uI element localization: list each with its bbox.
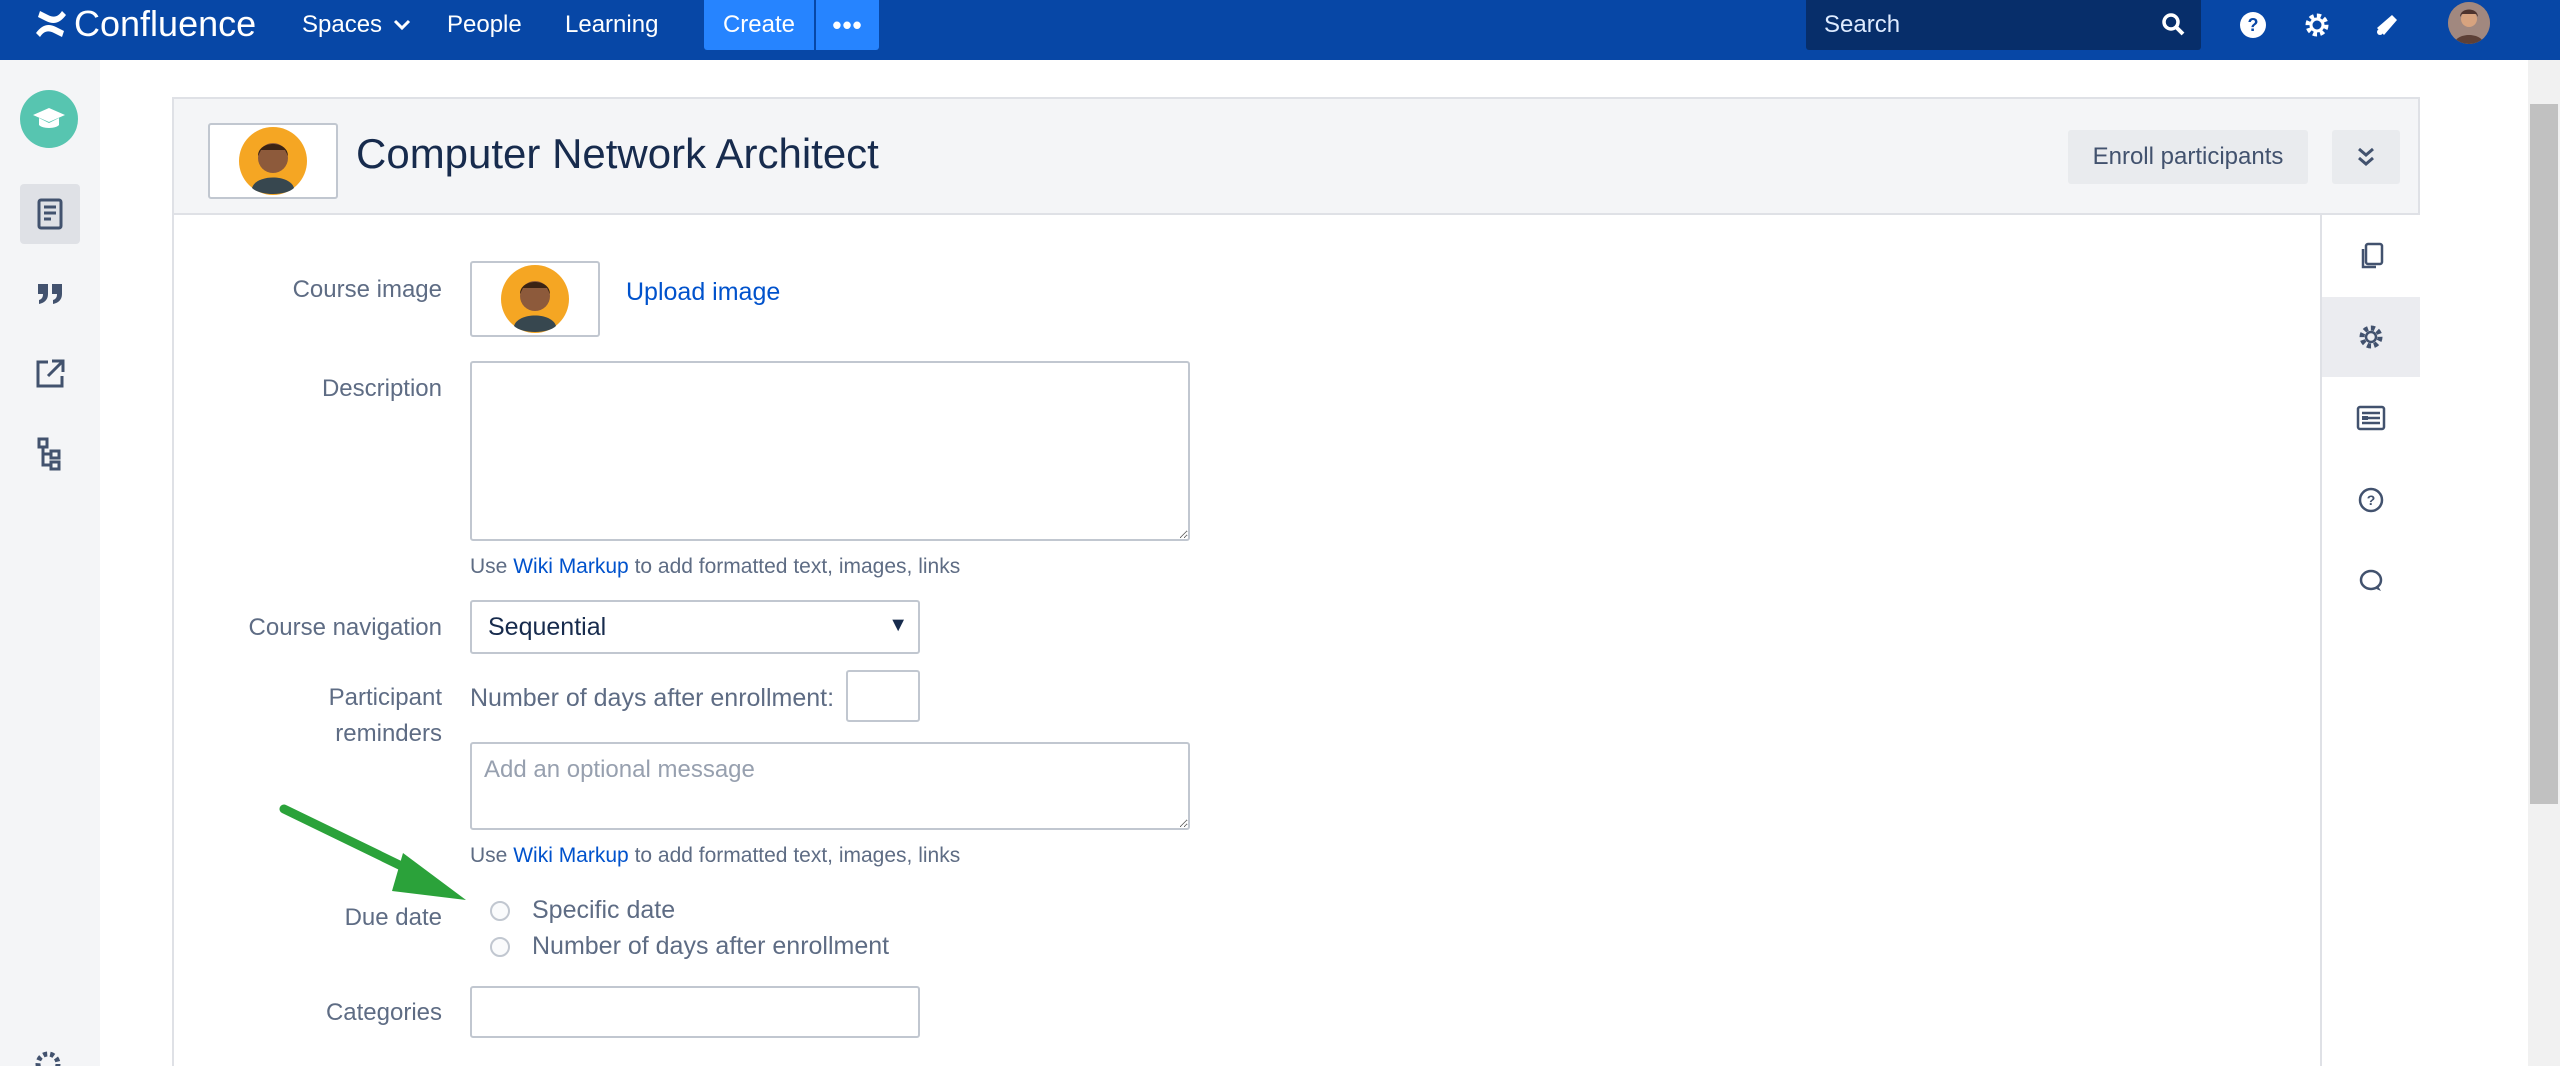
course-avatar-icon bbox=[239, 127, 307, 195]
search-input[interactable] bbox=[1806, 0, 2146, 50]
comment-icon[interactable] bbox=[2322, 541, 2420, 621]
nav-people[interactable]: People bbox=[447, 10, 522, 40]
participant-reminders-label: Participant reminders bbox=[142, 680, 442, 752]
course-avatar-icon bbox=[501, 265, 569, 333]
nav-spaces[interactable]: Spaces bbox=[302, 10, 412, 40]
hint-use-text: Use bbox=[470, 844, 508, 867]
user-avatar[interactable] bbox=[2448, 2, 2490, 44]
wiki-markup-link[interactable]: Wiki Markup bbox=[513, 555, 629, 578]
settings-cog-icon[interactable] bbox=[2322, 297, 2420, 377]
course-image-thumbnail bbox=[470, 261, 600, 337]
nav-learning[interactable]: Learning bbox=[565, 10, 658, 40]
settings-gear-icon[interactable] bbox=[2300, 8, 2334, 42]
radio-button[interactable] bbox=[490, 900, 510, 921]
confluence-logo[interactable]: Confluence bbox=[34, 0, 256, 48]
optional-message-textarea[interactable] bbox=[470, 742, 1190, 830]
search-box bbox=[1806, 0, 2201, 50]
due-date-days-option[interactable]: Number of days after enrollment bbox=[490, 932, 889, 961]
dropdown-caret-icon: ▼ bbox=[888, 614, 908, 636]
left-sidebar bbox=[0, 60, 100, 1066]
course-title: Computer Network Architect bbox=[356, 130, 879, 177]
create-more-button[interactable]: ••• bbox=[815, 0, 879, 50]
radio-label: Number of days after enrollment bbox=[532, 932, 890, 960]
pages-icon[interactable] bbox=[20, 184, 80, 244]
description-hint: Use Wiki Markup to add formatted text, i… bbox=[470, 555, 960, 579]
radio-label: Specific date bbox=[532, 896, 676, 924]
graduation-cap-icon bbox=[33, 108, 65, 128]
course-header-image bbox=[208, 123, 338, 199]
hint-use-text: Use bbox=[470, 555, 508, 578]
course-navigation-value: Sequential bbox=[488, 612, 607, 641]
collapse-expand-button[interactable] bbox=[2332, 130, 2400, 184]
course-image-label: Course image bbox=[292, 276, 442, 303]
hint-rest-text: to add formatted text, images, links bbox=[634, 555, 961, 578]
participant-label-line1: Participant bbox=[328, 684, 442, 711]
due-date-specific-option[interactable]: Specific date bbox=[490, 896, 675, 925]
enroll-participants-button[interactable]: Enroll participants bbox=[2068, 130, 2308, 184]
hierarchy-tree-icon[interactable] bbox=[20, 424, 80, 484]
message-hint: Use Wiki Markup to add formatted text, i… bbox=[470, 844, 960, 868]
annotation-arrow-icon bbox=[279, 804, 466, 900]
external-link-icon[interactable] bbox=[20, 344, 80, 404]
help-icon[interactable]: ? bbox=[2236, 8, 2270, 42]
content-list-icon[interactable] bbox=[2322, 378, 2420, 458]
create-button[interactable]: Create bbox=[704, 0, 814, 50]
svg-text:?: ? bbox=[2367, 492, 2376, 508]
top-navigation-bar: Confluence Spaces People Learning Create… bbox=[0, 0, 2560, 60]
reminder-days-input[interactable] bbox=[846, 670, 920, 722]
wiki-markup-link[interactable]: Wiki Markup bbox=[513, 844, 629, 867]
scrollbar-thumb[interactable] bbox=[2530, 104, 2558, 804]
categories-input[interactable] bbox=[470, 986, 920, 1038]
days-after-enrollment-label: Number of days after enrollment: bbox=[470, 684, 835, 712]
participant-label-line2: reminders bbox=[335, 720, 442, 747]
space-settings-gear-icon[interactable] bbox=[30, 1046, 66, 1066]
upload-image-link[interactable]: Upload image bbox=[626, 278, 780, 307]
confluence-logo-icon bbox=[36, 11, 66, 37]
radio-button[interactable] bbox=[490, 936, 510, 957]
notifications-megaphone-icon[interactable] bbox=[2370, 8, 2404, 42]
due-date-label: Due date bbox=[344, 904, 442, 931]
app-name: Confluence bbox=[74, 3, 257, 44]
description-label: Description bbox=[321, 375, 442, 402]
help-circle-icon[interactable]: ? bbox=[2322, 460, 2420, 540]
hint-rest-text: to add formatted text, images, links bbox=[634, 844, 961, 867]
svg-text:?: ? bbox=[2248, 15, 2259, 35]
course-navigation-label: Course navigation bbox=[248, 614, 442, 641]
course-navigation-select[interactable]: Sequential ▼ bbox=[470, 600, 920, 654]
description-textarea[interactable] bbox=[470, 361, 1190, 541]
space-logo[interactable] bbox=[20, 90, 78, 148]
search-icon[interactable] bbox=[2161, 12, 2187, 38]
nav-spaces-label: Spaces bbox=[302, 11, 383, 38]
categories-label: Categories bbox=[325, 999, 442, 1026]
chevron-down-icon bbox=[394, 19, 411, 31]
copy-icon[interactable] bbox=[2322, 216, 2420, 296]
quote-blog-icon[interactable] bbox=[20, 264, 80, 324]
double-chevron-down-icon bbox=[2358, 147, 2374, 166]
